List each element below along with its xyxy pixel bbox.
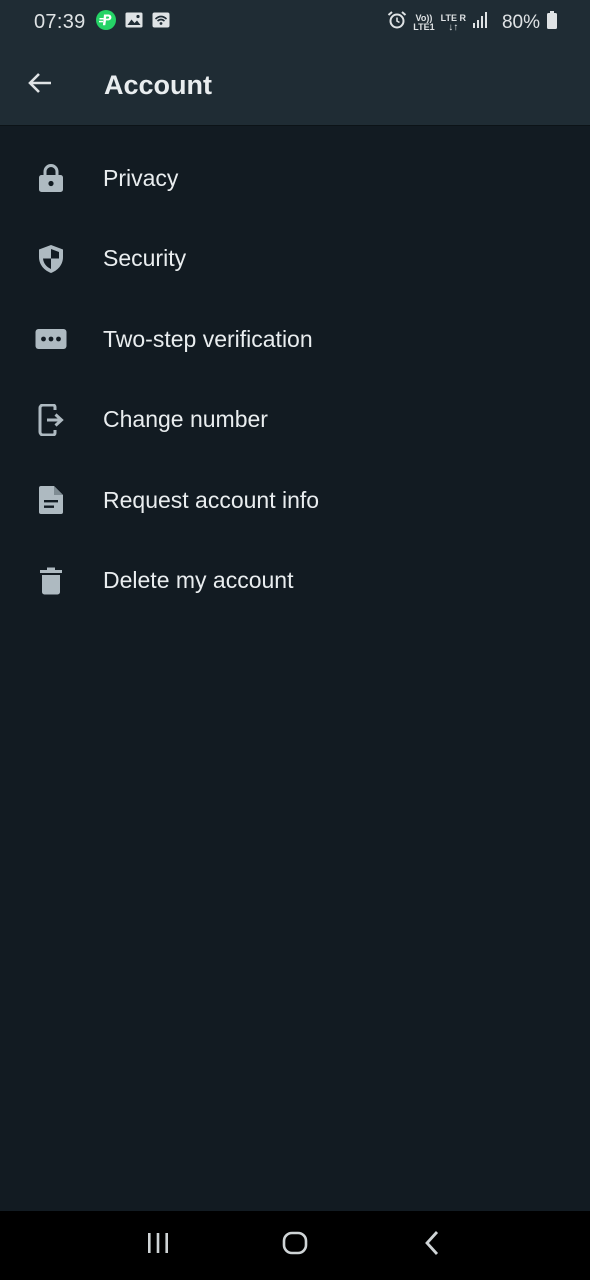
password-dots-icon (0, 328, 103, 350)
app-notification-icon (95, 10, 116, 35)
menu-item-request-account-info[interactable]: Request account info (0, 460, 590, 541)
lte-icon: LTE R ↓↑ (440, 12, 466, 33)
menu-item-delete-my-account[interactable]: Delete my account (0, 541, 590, 622)
status-bar: 07:39 Vo)) LTE1 LTE R ↓↑ 80% (0, 0, 590, 45)
trash-icon (0, 567, 103, 595)
shield-icon (0, 244, 103, 274)
status-time: 07:39 (34, 11, 86, 33)
battery-icon (546, 11, 558, 34)
menu-label-security: Security (103, 245, 187, 272)
back-nav-button[interactable] (402, 1216, 462, 1276)
home-icon (282, 1231, 308, 1260)
battery-percent: 80% (501, 11, 540, 33)
menu-item-change-number[interactable]: Change number (0, 380, 590, 461)
menu-item-privacy[interactable]: Privacy (0, 138, 590, 219)
app-bar: Account (0, 45, 590, 126)
account-settings-screen: 07:39 Vo)) LTE1 LTE R ↓↑ 80% Account Pri… (0, 0, 590, 1280)
menu-label-two-step-verification: Two-step verification (103, 325, 313, 352)
arrow-back-icon (27, 71, 53, 100)
recent-apps-icon (146, 1232, 170, 1259)
menu-label-privacy: Privacy (103, 164, 179, 191)
document-icon (0, 485, 103, 515)
status-right-icons: Vo)) LTE1 LTE R ↓↑ 80% (387, 10, 558, 35)
alarm-icon (387, 10, 407, 35)
status-left-icons (95, 10, 170, 35)
menu-item-two-step-verification[interactable]: Two-step verification (0, 299, 590, 380)
menu-item-security[interactable]: Security (0, 219, 590, 300)
volte-bottom-label: LTE1 (413, 21, 435, 32)
menu-label-change-number: Change number (103, 406, 268, 433)
home-button[interactable] (265, 1216, 325, 1276)
back-nav-icon (423, 1230, 441, 1261)
page-title: Account (104, 69, 212, 100)
signal-icon (472, 11, 488, 34)
wifi-hotspot-icon (152, 12, 170, 33)
image-icon (125, 12, 143, 33)
back-button[interactable] (0, 45, 80, 126)
menu-label-request-account-info: Request account info (103, 486, 320, 513)
phone-transfer-icon (0, 403, 103, 436)
account-menu-list: Privacy Security Two-step verification C… (0, 138, 590, 621)
recent-apps-button[interactable] (128, 1216, 188, 1276)
volte-icon: Vo)) LTE1 (413, 13, 435, 32)
system-navigation-bar (0, 1211, 590, 1280)
lock-icon (0, 163, 103, 193)
menu-label-delete-my-account: Delete my account (103, 567, 294, 594)
